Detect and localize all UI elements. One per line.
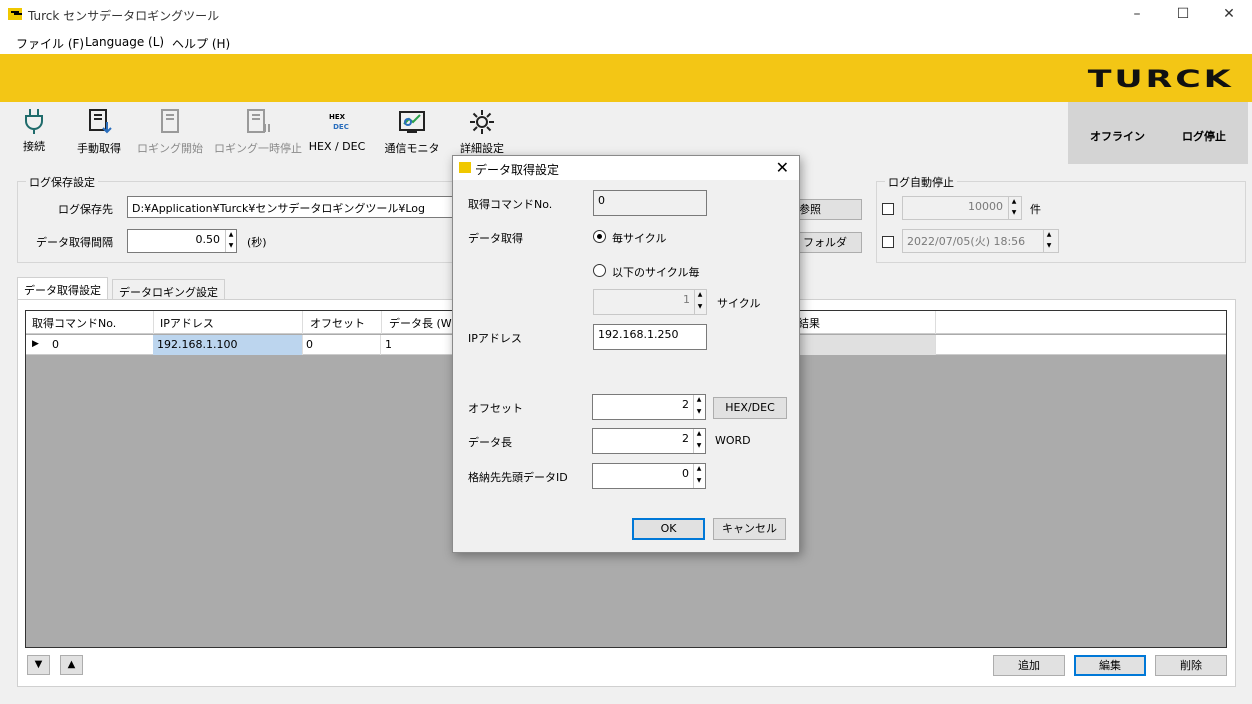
col-ip[interactable]: IPアドレス xyxy=(160,315,214,331)
close-icon: ✕ xyxy=(775,158,789,177)
menu-bar: ファイル (F) Language (L) ヘルプ (H) xyxy=(0,30,1252,54)
notebook-download-icon xyxy=(89,109,112,134)
length-field[interactable]: 2 xyxy=(592,428,706,454)
cell-ip[interactable]: 192.168.1.100 xyxy=(157,338,237,351)
menu-file[interactable]: ファイル (F) xyxy=(16,35,84,52)
comm-monitor-button[interactable]: 通信モニタ xyxy=(384,108,440,156)
title-bar: Turck センサデータロギングツール – ☐ ✕ xyxy=(0,0,1252,30)
turck-logo-icon xyxy=(8,8,22,20)
auto-stop-datetime-field[interactable]: 2022/07/05(火) 18:56 xyxy=(902,229,1059,253)
ip-label: IPアドレス xyxy=(468,332,522,345)
monitor-icon xyxy=(399,111,425,133)
length-unit: WORD xyxy=(715,434,751,447)
brand-banner: TURCK xyxy=(0,54,1252,102)
gear-icon xyxy=(470,110,494,134)
dialog-title-bar: データ取得設定 ✕ xyxy=(453,156,799,180)
row-marker-icon: ▶ xyxy=(32,339,39,349)
hex-dec-button[interactable]: HEX DEC HEX / DEC xyxy=(308,108,366,153)
cycle-spinner[interactable]: ▲ ▼ xyxy=(694,290,705,314)
status-panel: オフライン ログ停止 xyxy=(1068,102,1248,164)
plug-icon xyxy=(25,109,43,134)
move-up-button[interactable]: ▲ xyxy=(60,655,83,675)
log-dest-field[interactable]: D:¥Application¥Turck¥センサデータロギングツール¥Log xyxy=(127,196,467,218)
arrow-up-icon: ▲ xyxy=(67,659,76,670)
dialog-close-button[interactable]: ✕ xyxy=(776,158,789,177)
cycle-unit: サイクル xyxy=(717,297,761,310)
col-result[interactable]: 結果 xyxy=(798,315,820,331)
ok-button[interactable]: OK xyxy=(632,518,705,540)
browse-button[interactable]: 参照 xyxy=(790,199,862,220)
offset-field[interactable]: 2 xyxy=(592,394,706,420)
notebook-icon xyxy=(161,109,179,133)
cmd-no-field: 0 xyxy=(593,190,707,216)
maximize-button[interactable]: ☐ xyxy=(1160,0,1206,30)
move-down-button[interactable]: ▼ xyxy=(27,655,50,675)
cycle-count-field[interactable]: 1 xyxy=(593,289,707,315)
col-length[interactable]: データ長 (W xyxy=(389,315,452,331)
cell-cmd-no[interactable]: 0 xyxy=(52,338,59,351)
dialog-title: データ取得設定 xyxy=(475,163,560,177)
every-cycle-label[interactable]: 毎サイクル xyxy=(612,230,666,246)
start-logging-button[interactable]: ロギング開始 xyxy=(136,108,204,156)
every-cycle-radio[interactable] xyxy=(593,230,606,243)
auto-stop-count-checkbox[interactable] xyxy=(882,203,894,215)
count-spinner[interactable]: ▲ ▼ xyxy=(1008,197,1019,219)
interval-cycle-label[interactable]: 以下のサイクル毎 xyxy=(612,264,699,280)
turck-logo-icon xyxy=(459,162,471,173)
add-button[interactable]: 追加 xyxy=(993,655,1065,676)
advanced-settings-button[interactable]: 詳細設定 xyxy=(456,108,508,156)
count-unit: 件 xyxy=(1030,203,1041,216)
cancel-button[interactable]: キャンセル xyxy=(713,518,786,540)
cmd-no-label: 取得コマンドNo. xyxy=(468,198,553,211)
connect-button[interactable]: 接続 xyxy=(18,108,50,154)
data-id-field[interactable]: 0 xyxy=(592,463,706,489)
tab-data-logging[interactable]: データロギング設定 xyxy=(112,279,225,299)
length-label: データ長 xyxy=(468,436,512,449)
col-cmd-no[interactable]: 取得コマンドNo. xyxy=(32,315,116,331)
minimize-button[interactable]: – xyxy=(1114,0,1160,30)
delete-button[interactable]: 削除 xyxy=(1155,655,1227,676)
tab-data-acquisition[interactable]: データ取得設定 xyxy=(17,277,108,299)
data-id-spinner[interactable]: ▲ ▼ xyxy=(693,464,704,488)
data-acquisition-dialog: データ取得設定 ✕ 取得コマンドNo. 0 データ取得 毎サイクル 以下のサイク… xyxy=(452,155,800,553)
manual-acquire-button[interactable]: 手動取得 xyxy=(72,108,126,156)
hex-dec-toggle-button[interactable]: HEX/DEC xyxy=(713,397,787,419)
menu-language[interactable]: Language (L) xyxy=(85,35,164,49)
cell-result xyxy=(798,335,936,355)
arrow-down-icon: ▼ xyxy=(34,659,43,670)
col-offset[interactable]: オフセット xyxy=(310,315,365,331)
connection-status: オフライン xyxy=(1090,130,1145,143)
pause-logging-button[interactable]: ロギング一時停止 xyxy=(212,108,304,156)
turck-brand-logo: TURCK xyxy=(1088,65,1234,93)
cell-length[interactable]: 1 xyxy=(385,338,392,351)
offset-label: オフセット xyxy=(468,402,523,415)
window-title: Turck センサデータロギングツール xyxy=(28,9,220,23)
log-dest-label: ログ保存先 xyxy=(58,203,113,216)
open-folder-button[interactable]: フォルダ xyxy=(790,232,862,253)
notebook-pause-icon xyxy=(247,109,270,133)
acquisition-label: データ取得 xyxy=(468,232,523,245)
datetime-spinner[interactable]: ▲ ▼ xyxy=(1043,230,1054,252)
ip-field[interactable]: 192.168.1.250 xyxy=(593,324,707,350)
hex-dec-icon: HEX DEC xyxy=(328,113,349,131)
auto-stop-count-field[interactable]: 10000 xyxy=(902,196,1022,220)
edit-button[interactable]: 編集 xyxy=(1074,655,1146,676)
logging-status: ログ停止 xyxy=(1182,130,1226,143)
interval-cycle-radio[interactable] xyxy=(593,264,606,277)
auto-stop-date-checkbox[interactable] xyxy=(882,236,894,248)
data-id-label: 格納先先頭データID xyxy=(468,471,568,484)
interval-unit: (秒) xyxy=(247,236,267,249)
close-button[interactable]: ✕ xyxy=(1206,0,1252,30)
log-save-group: ログ保存設定 xyxy=(17,174,465,263)
interval-label: データ取得間隔 xyxy=(36,236,113,249)
interval-spinner[interactable]: ▲ ▼ xyxy=(225,230,236,252)
menu-help[interactable]: ヘルプ (H) xyxy=(172,35,230,52)
length-spinner[interactable]: ▲ ▼ xyxy=(693,429,704,453)
interval-field[interactable]: 0.50 xyxy=(127,229,237,253)
offset-spinner[interactable]: ▲ ▼ xyxy=(693,395,704,419)
